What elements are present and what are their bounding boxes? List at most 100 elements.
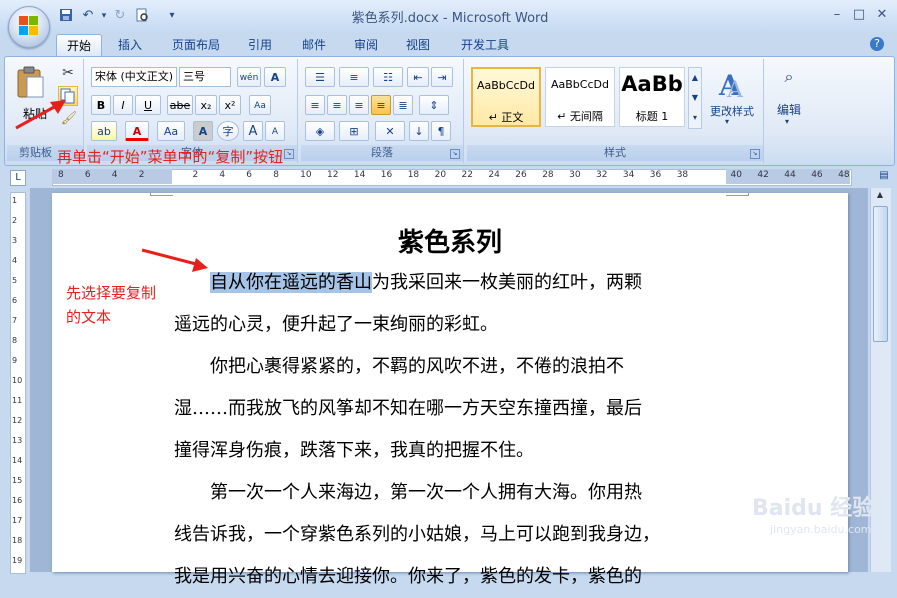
justify-button[interactable]: ≡	[371, 95, 391, 115]
chinese-layout-button[interactable]: ✕	[375, 121, 405, 141]
print-preview-icon[interactable]	[134, 8, 150, 24]
scrollbar-thumb[interactable]	[873, 206, 888, 342]
phonetic-guide-button[interactable]: wén	[237, 67, 261, 87]
ruler-number: 8	[273, 170, 279, 180]
underline-button[interactable]: U	[135, 95, 161, 115]
strikethrough-button[interactable]: abe	[167, 95, 193, 115]
binoculars-icon[interactable]: ⌕	[777, 67, 801, 91]
borders-button[interactable]: ⊞	[339, 121, 369, 141]
help-icon[interactable]: ?	[870, 37, 884, 51]
show-marks-button[interactable]: ¶	[431, 121, 451, 141]
align-left-button[interactable]: ≡	[305, 95, 325, 115]
ruler-number: 14	[353, 170, 366, 180]
paragraph-line-1[interactable]: 自从你在遥远的香山为我采回来一枚美丽的红叶，两颗	[174, 262, 734, 304]
ruler-number: 40	[730, 170, 742, 180]
ruler-number: 42	[757, 170, 769, 180]
close-button[interactable]: ✕	[871, 6, 893, 24]
multilevel-list-button[interactable]: ☷	[373, 67, 403, 87]
enclose-char-button[interactable]: 字	[217, 121, 239, 141]
editing-group: ⌕ 编辑 ▾	[769, 59, 809, 163]
subscript-button[interactable]: x₂	[195, 95, 217, 115]
paragraph-line-6[interactable]: 第一次一个人来海边，第一次一个人拥有大海。你用热	[174, 472, 734, 514]
tab-developer[interactable]: 开发工具	[452, 34, 518, 56]
ruler-number: 10	[300, 170, 312, 180]
clear-formatting-button[interactable]: Aa	[249, 95, 271, 115]
char-border-button[interactable]: A	[264, 67, 286, 87]
numbering-button[interactable]: ≡	[339, 67, 369, 87]
tab-page-layout[interactable]: 页面布局	[164, 34, 228, 56]
font-color-button[interactable]: A	[125, 121, 149, 141]
undo-icon[interactable]: ↶	[80, 8, 96, 24]
tab-view[interactable]: 视图	[398, 34, 438, 56]
font-dialog-launcher-icon[interactable]: ↘	[284, 149, 294, 159]
style-heading-1[interactable]: AaBb 标题 1	[619, 67, 685, 127]
paragraph-line-4[interactable]: 湿……而我放飞的风筝却不知在哪一方天空东撞西撞，最后	[174, 388, 734, 430]
undo-dropdown-icon[interactable]: ▾	[96, 8, 112, 24]
redo-icon[interactable]: ↻	[112, 8, 128, 24]
editing-dropdown-icon[interactable]: ▾	[785, 117, 789, 126]
ruler-numbers: 8 6 4 2 2 4 6 8 10 12 14 16 18 20 22 24 26 28 30 32 34 36 38 40…	[52, 169, 850, 184]
bold-button[interactable]: B	[91, 95, 111, 115]
svg-text:A: A	[726, 78, 744, 101]
align-right-button[interactable]: ≡	[349, 95, 369, 115]
maximize-button[interactable]: □	[848, 6, 870, 24]
grow-font-button[interactable]: A	[243, 121, 263, 141]
ruler-number: 2	[192, 170, 199, 180]
highlight-button[interactable]: ab	[91, 121, 117, 141]
char-shading-button[interactable]: A	[193, 121, 213, 141]
increase-indent-button[interactable]: ⇥	[431, 67, 453, 87]
paragraph-dialog-launcher-icon[interactable]: ↘	[450, 149, 460, 159]
tab-review[interactable]: 审阅	[346, 34, 386, 56]
line-spacing-button[interactable]: ⇕	[419, 95, 449, 115]
shrink-font-button[interactable]: A	[265, 121, 285, 141]
paragraph-line-3[interactable]: 你把心裹得紧紧的，不羁的风吹不进，不倦的浪拍不	[174, 346, 734, 388]
vertical-ruler-number: 11	[12, 396, 23, 405]
change-case-button[interactable]: Aa	[157, 121, 185, 141]
styles-gallery-scroll[interactable]: ▲ ▼ ▾	[688, 67, 702, 129]
ruler-number: 6	[246, 170, 253, 180]
sort-button[interactable]: ↓	[409, 121, 429, 141]
tab-mailings[interactable]: 邮件	[294, 34, 334, 56]
cut-icon[interactable]: ✂	[59, 65, 77, 83]
vertical-ruler-number: 18	[12, 536, 23, 545]
tab-insert[interactable]: 插入	[110, 34, 150, 56]
view-ruler-icon[interactable]: ▤	[878, 170, 890, 184]
scroll-up-icon[interactable]: ▲	[872, 190, 888, 204]
page-corner-mark	[726, 193, 749, 196]
distributed-button[interactable]: ≣	[393, 95, 413, 115]
paragraph-line-7[interactable]: 线告诉我，一个穿紫色系列的小姑娘，马上可以跑到我身边，	[174, 514, 734, 556]
font-name-select[interactable]: 宋体 (中文正文)	[91, 67, 177, 87]
office-button[interactable]	[8, 6, 50, 48]
change-styles-dropdown-icon[interactable]: ▾	[725, 117, 729, 126]
copy-hint-text: 再单击“开始”菜单中的“复制”按钮	[57, 148, 284, 166]
tab-home[interactable]: 开始	[56, 34, 102, 57]
paragraph-line-5[interactable]: 撞得浑身伤痕，跌落下来，我真的把握不住。	[174, 430, 734, 472]
change-styles-button[interactable]: 更改样式	[705, 103, 759, 119]
select-hint-text-1: 先选择要复制	[66, 284, 157, 302]
style-no-spacing[interactable]: AaBbCcDd ↵ 无间隔	[545, 67, 615, 127]
paragraph-line-8[interactable]: 我是用兴奋的心情去迎接你。你来了，紫色的发卡，紫色的	[174, 556, 734, 598]
minimize-button[interactable]: –	[826, 6, 848, 24]
tab-selector-icon[interactable]: L	[10, 170, 26, 186]
bullets-button[interactable]: ☰	[305, 67, 335, 87]
vertical-ruler-number: 2	[12, 216, 18, 225]
vertical-ruler-number: 7	[12, 316, 18, 325]
decrease-indent-button[interactable]: ⇤	[407, 67, 429, 87]
styles-dialog-launcher-icon[interactable]: ↘	[750, 149, 760, 159]
editing-button[interactable]: 编辑	[771, 101, 807, 118]
change-styles-icon[interactable]: AA	[711, 67, 751, 103]
align-center-button[interactable]: ≡	[327, 95, 347, 115]
tab-references[interactable]: 引用	[240, 34, 280, 56]
italic-button[interactable]: I	[113, 95, 133, 115]
superscript-button[interactable]: x²	[219, 95, 241, 115]
shading-button[interactable]: ◈	[305, 121, 335, 141]
font-size-select[interactable]: 三号	[179, 67, 231, 87]
save-icon[interactable]	[58, 8, 74, 24]
style-normal[interactable]: AaBbCcDd ↵ 正文	[471, 67, 541, 127]
selected-text[interactable]: 自从你在遥远的香山	[210, 272, 372, 293]
customize-qat-icon[interactable]: ▾	[164, 8, 180, 24]
ruler-number: 32	[596, 170, 608, 180]
vertical-ruler-number: 6	[12, 296, 18, 305]
paragraph-line-2[interactable]: 遥远的心灵，便升起了一束绚丽的彩虹。	[174, 304, 734, 346]
style-normal-name: ↵ 正文	[488, 111, 524, 124]
